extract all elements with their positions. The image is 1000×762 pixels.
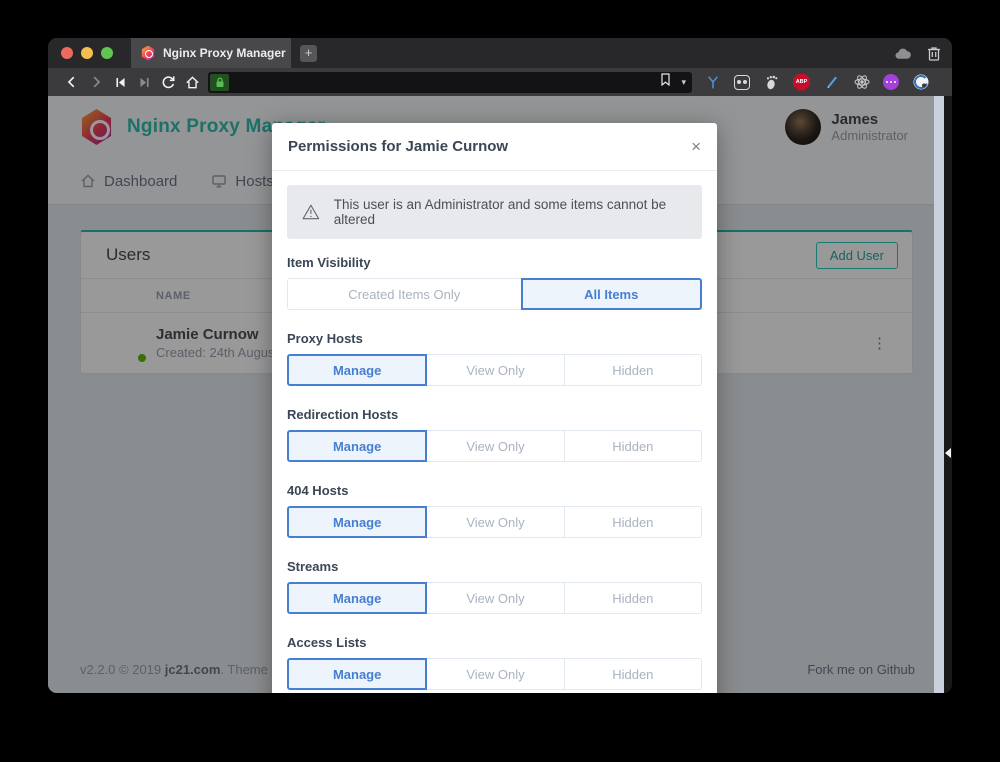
warning-triangle-icon xyxy=(302,203,320,221)
minimize-window-button[interactable] xyxy=(81,47,93,59)
admin-warning-text: This user is an Administrator and some i… xyxy=(334,197,687,227)
close-icon[interactable]: × xyxy=(691,138,701,155)
panel-edge-strip[interactable] xyxy=(944,96,952,693)
power-circle-extension-icon[interactable] xyxy=(912,74,929,91)
browser-toolbar: ▾ ABP xyxy=(48,68,952,96)
window-controls xyxy=(61,47,113,59)
access-lists-hidden-button[interactable]: Hidden xyxy=(564,658,702,690)
permissions-modal: Permissions for Jamie Curnow × This user… xyxy=(272,123,717,693)
proxy-hosts-manage-button[interactable]: Manage xyxy=(287,354,427,386)
redirection-hosts-manage-button[interactable]: Manage xyxy=(287,430,427,462)
access-lists-view-only-button[interactable]: View Only xyxy=(426,658,564,690)
redirection-hosts-view-only-button[interactable]: View Only xyxy=(426,430,564,462)
gnome-foot-extension-icon[interactable] xyxy=(763,74,780,91)
streams-manage-button[interactable]: Manage xyxy=(287,582,427,614)
https-lock-icon[interactable] xyxy=(210,74,229,91)
404-hosts-hidden-button[interactable]: Hidden xyxy=(564,506,702,538)
extension-icons: ABP xyxy=(704,74,929,91)
reload-button[interactable] xyxy=(156,70,180,94)
fast-forward-button[interactable] xyxy=(132,70,156,94)
proxy-hosts-view-only-button[interactable]: View Only xyxy=(426,354,564,386)
streams-hidden-button[interactable]: Hidden xyxy=(564,582,702,614)
404-hosts-manage-button[interactable]: Manage xyxy=(287,506,427,538)
atom-extension-icon[interactable] xyxy=(853,74,870,91)
proxy-hosts-section: Proxy Hosts Manage View Only Hidden xyxy=(287,331,702,386)
new-tab-button[interactable]: + xyxy=(300,45,317,62)
item-visibility-label: Item Visibility xyxy=(287,255,702,270)
visibility-created-items-only-button[interactable]: Created Items Only xyxy=(287,278,522,310)
404-hosts-section: 404 Hosts Manage View Only Hidden xyxy=(287,483,702,538)
purple-extension-icon[interactable] xyxy=(883,74,899,90)
zoom-window-button[interactable] xyxy=(101,47,113,59)
admin-warning-alert: This user is an Administrator and some i… xyxy=(287,185,702,239)
item-visibility-section: Item Visibility Created Items Only All I… xyxy=(287,255,702,310)
browser-tabbar: Nginx Proxy Manager + xyxy=(48,38,952,68)
redirection-hosts-section: Redirection Hosts Manage View Only Hidde… xyxy=(287,407,702,462)
rewind-button[interactable] xyxy=(108,70,132,94)
streams-view-only-button[interactable]: View Only xyxy=(426,582,564,614)
panel-collapse-arrow-icon[interactable] xyxy=(945,448,951,458)
page-viewport: Nginx Proxy Manager James Administrator … xyxy=(48,96,944,693)
page-scrollbar[interactable] xyxy=(934,96,944,693)
404-hosts-view-only-button[interactable]: View Only xyxy=(426,506,564,538)
fork-extension-icon[interactable] xyxy=(704,74,721,91)
tab-title: Nginx Proxy Manager xyxy=(163,46,286,60)
access-lists-section: Access Lists Manage View Only Hidden xyxy=(287,635,702,690)
browser-window: Nginx Proxy Manager + xyxy=(48,38,952,693)
favicon xyxy=(141,46,155,61)
visibility-all-items-button[interactable]: All Items xyxy=(521,278,702,310)
modal-title: Permissions for Jamie Curnow xyxy=(288,138,508,155)
adblock-plus-icon[interactable]: ABP xyxy=(793,74,810,91)
address-bar[interactable]: ▾ xyxy=(208,72,692,93)
address-dropdown-caret[interactable]: ▾ xyxy=(681,77,686,88)
browser-tab[interactable]: Nginx Proxy Manager xyxy=(131,38,291,68)
screenshot-canvas: Nginx Proxy Manager + xyxy=(0,0,1000,762)
sync-cloud-icon[interactable] xyxy=(894,45,911,62)
forward-button[interactable] xyxy=(84,70,108,94)
close-window-button[interactable] xyxy=(61,47,73,59)
home-button[interactable] xyxy=(180,70,204,94)
bookmark-icon[interactable] xyxy=(660,73,671,91)
goggles-extension-icon[interactable] xyxy=(734,75,750,90)
access-lists-manage-button[interactable]: Manage xyxy=(287,658,427,690)
trash-icon[interactable] xyxy=(925,45,942,62)
pen-extension-icon[interactable] xyxy=(823,74,840,91)
redirection-hosts-hidden-button[interactable]: Hidden xyxy=(564,430,702,462)
proxy-hosts-hidden-button[interactable]: Hidden xyxy=(564,354,702,386)
streams-section: Streams Manage View Only Hidden xyxy=(287,559,702,614)
back-button[interactable] xyxy=(60,70,84,94)
